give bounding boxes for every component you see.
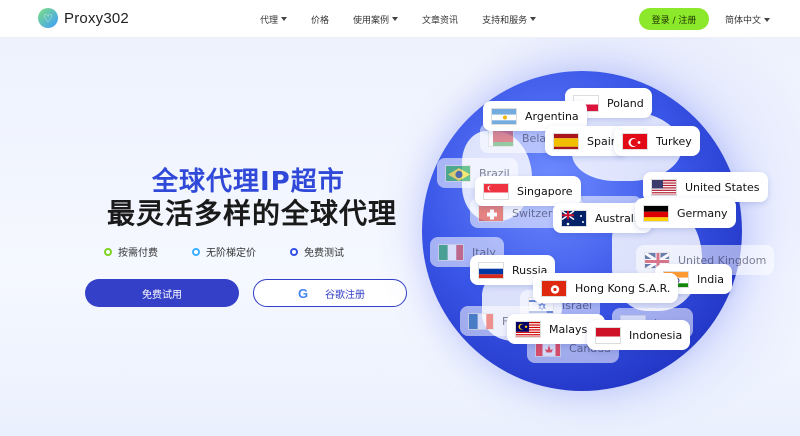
flag-icon [622, 132, 648, 150]
country-card-indonesia: Indonesia [587, 320, 691, 350]
flag-icon [515, 320, 541, 338]
feature-label: 无阶梯定价 [206, 248, 256, 259]
nav-item-label: 价格 [311, 15, 330, 26]
bullet-dot-icon [104, 247, 112, 256]
nav-item-articles[interactable]: 文章资讯 [422, 13, 458, 26]
feature-label: 免费测试 [304, 248, 344, 259]
feature-item: 无阶梯定价 [192, 244, 256, 259]
flag-icon [445, 164, 471, 182]
flag-icon [595, 326, 621, 344]
flag-icon [553, 132, 579, 150]
country-card-hong-kong-s-a-r: Hong Kong S.A.R. [533, 273, 679, 303]
logo-icon: ♡ [38, 8, 58, 28]
chevron-down-icon [530, 17, 537, 21]
bullet-dot-icon [290, 247, 298, 256]
logo-text: Proxy302 [64, 9, 129, 27]
nav-item-label: 代理 [260, 15, 279, 26]
country-card-germany: Germany [635, 198, 736, 228]
nav-item-label: 支持和服务 [482, 15, 528, 26]
hero-headline-secondary: 最灵活多样的全球代理 [107, 197, 398, 230]
flag-icon [541, 279, 567, 297]
chevron-down-icon [281, 17, 288, 21]
google-icon: G [297, 285, 309, 301]
google-signup-label: 谷歌注册 [325, 289, 365, 301]
flag-icon [483, 182, 509, 200]
chevron-down-icon [764, 17, 771, 22]
nav-item-proxy[interactable]: 代理 [260, 13, 288, 26]
top-navbar: ♡ Proxy302 代理 价格 使用案例 文章资讯 支持和服务 登录 / 注册… [0, 0, 800, 38]
bullet-dot-icon [192, 247, 200, 256]
flag-icon [438, 243, 464, 261]
country-label: Germany [677, 206, 728, 220]
feature-list: 按需付费 无阶梯定价 免费测试 [104, 244, 344, 259]
country-label: Argentina [525, 109, 579, 123]
login-register-button[interactable]: 登录 / 注册 [639, 8, 709, 30]
google-signup-button[interactable]: G 谷歌注册 [253, 279, 407, 307]
flag-icon [468, 312, 494, 330]
flag-icon [488, 129, 514, 147]
country-label: India [697, 272, 724, 286]
language-selector[interactable]: 简体中文 [725, 13, 771, 26]
country-label: Turkey [656, 134, 692, 148]
flag-icon [478, 261, 504, 279]
nav-item-label: 使用案例 [353, 15, 390, 26]
country-label: Singapore [517, 184, 573, 198]
country-label: Indonesia [629, 328, 683, 342]
flag-icon [651, 178, 677, 196]
nav-item-label: 文章资讯 [422, 15, 459, 26]
feature-label: 按需付费 [118, 248, 158, 259]
chevron-down-icon [392, 17, 399, 21]
flag-icon [643, 204, 669, 222]
brand-logo[interactable]: ♡ Proxy302 [38, 8, 129, 28]
flag-icon [561, 209, 587, 227]
language-label: 简体中文 [725, 16, 762, 26]
country-label: Hong Kong S.A.R. [575, 281, 671, 295]
feature-item: 免费测试 [290, 244, 344, 259]
feature-item: 按需付费 [104, 244, 158, 259]
country-card-singapore: Singapore [475, 176, 581, 206]
nav-item-pricing[interactable]: 价格 [311, 13, 329, 26]
flag-icon [491, 107, 517, 125]
main-nav: 代理 价格 使用案例 文章资讯 支持和服务 [260, 0, 560, 38]
country-card-turkey: Turkey [614, 126, 700, 156]
country-label: Poland [607, 96, 644, 110]
free-trial-button[interactable]: 免费试用 [85, 279, 239, 307]
nav-item-support[interactable]: 支持和服务 [482, 13, 537, 26]
nav-item-use-cases[interactable]: 使用案例 [353, 13, 399, 26]
hero-section: 全球代理IP超市 最灵活多样的全球代理 按需付费 无阶梯定价 免费测试 免费试用… [0, 38, 800, 436]
country-label: United States [685, 180, 760, 194]
flag-icon [478, 204, 504, 222]
